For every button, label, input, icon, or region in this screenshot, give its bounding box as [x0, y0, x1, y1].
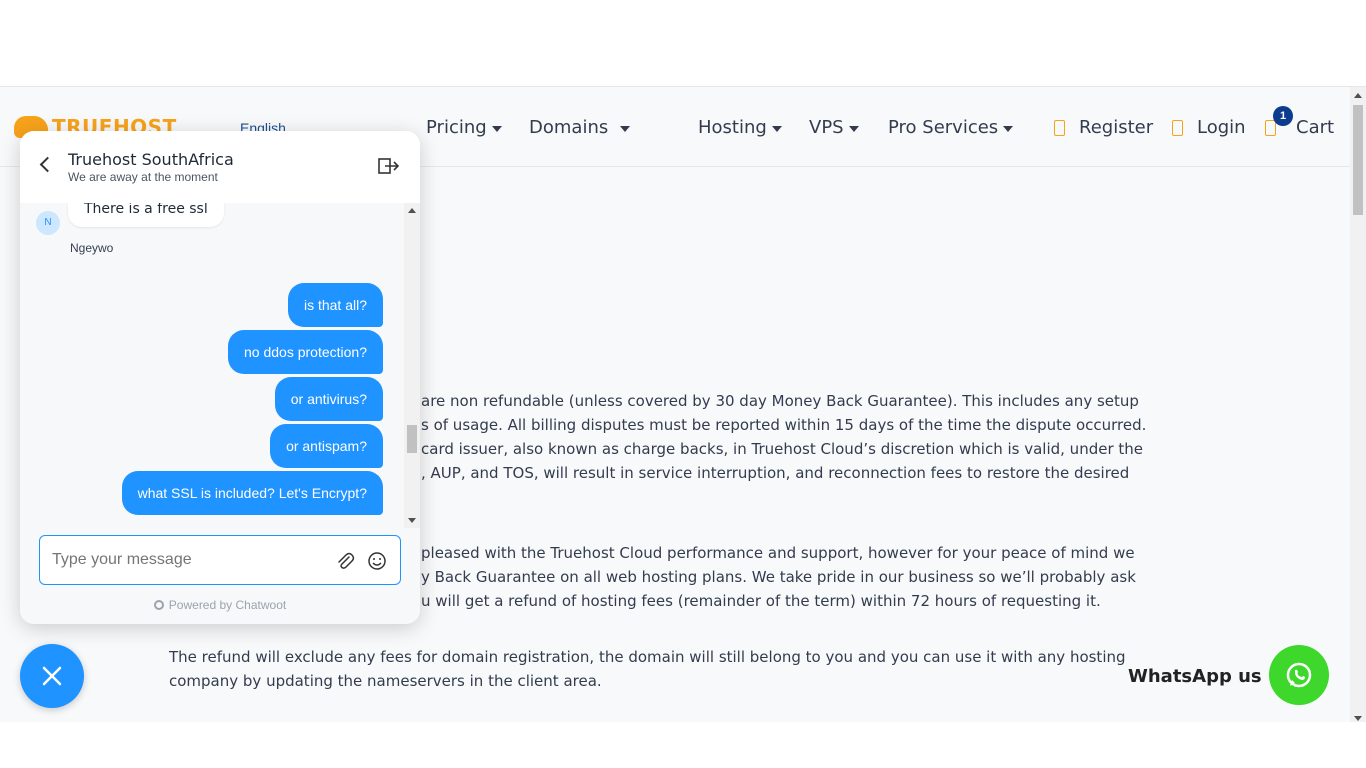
scroll-down-icon[interactable]	[408, 518, 416, 523]
back-arrow-icon[interactable]	[39, 156, 56, 173]
agent-message: There is a free ssl	[68, 203, 224, 227]
content-line: y Back Guarantee on all web hosting plan…	[421, 568, 1136, 586]
message-input[interactable]	[52, 548, 322, 572]
nav-domains[interactable]: Domains	[529, 117, 631, 138]
nav-vps[interactable]: VPS	[809, 117, 859, 138]
agent-avatar: N	[36, 211, 60, 235]
content-line: are non refundable (unless covered by 30…	[421, 392, 1139, 410]
cart-label: Cart	[1296, 117, 1335, 138]
user-message: is that all?	[287, 283, 383, 327]
chat-scrollbar[interactable]	[404, 203, 420, 528]
user-message: no ddos protection?	[228, 330, 383, 374]
nav-pro-services-label: Pro Services	[888, 117, 999, 138]
nav-hosting-label: Hosting	[698, 117, 767, 138]
caret-down-icon	[491, 125, 502, 132]
nav-pricing-label: Pricing	[426, 117, 487, 138]
content-line: , AUP, and TOS, will result in service i…	[421, 464, 1130, 482]
caret-down-icon	[848, 125, 859, 132]
scroll-up-icon[interactable]	[1354, 93, 1362, 98]
whatsapp-button[interactable]	[1269, 645, 1329, 705]
whatsapp-label[interactable]: WhatsApp us	[1128, 666, 1262, 687]
content-line: card issuer, also known as charge backs,…	[421, 440, 1143, 458]
nav-vps-label: VPS	[809, 117, 844, 138]
nav-pro-services[interactable]: Pro Services	[888, 117, 1014, 138]
chat-footer: Powered by Chatwoot	[20, 528, 420, 624]
chat-status: We are away at the moment	[68, 170, 218, 184]
powered-by-label: Powered by Chatwoot	[168, 598, 287, 612]
scroll-down-icon[interactable]	[1354, 716, 1362, 721]
chat-title: Truehost SouthAfrica	[68, 150, 234, 169]
chatwoot-logo-icon	[153, 600, 164, 610]
emoji-icon[interactable]	[367, 551, 387, 571]
login-icon	[1172, 119, 1183, 136]
user-message: or antivirus?	[274, 377, 383, 421]
chat-scroll-thumb[interactable]	[407, 425, 417, 453]
caret-down-icon	[1003, 125, 1014, 132]
page-scroll-thumb[interactable]	[1353, 105, 1363, 215]
user-message: what SSL is included? Let's Encrypt?	[121, 471, 383, 515]
register-link[interactable]: Register	[1054, 117, 1153, 138]
content-line: u will get a refund of hosting fees (rem…	[421, 592, 1101, 610]
nav-pricing[interactable]: Pricing	[426, 117, 502, 138]
register-label: Register	[1079, 117, 1154, 138]
close-icon	[42, 666, 62, 686]
login-link[interactable]: Login	[1172, 117, 1246, 138]
cart-count-badge: 1	[1273, 106, 1293, 126]
caret-down-icon	[771, 125, 782, 132]
attach-icon[interactable]	[335, 551, 355, 571]
agent-name: Ngeywo	[70, 241, 114, 255]
message-input-box[interactable]	[39, 535, 401, 585]
nav-domains-label: Domains	[529, 117, 609, 138]
content-line: The refund will exclude any fees for dom…	[169, 648, 1126, 666]
chat-widget: Truehost SouthAfrica We are away at the …	[20, 131, 420, 624]
user-message: or antispam?	[270, 424, 383, 468]
nav-hosting[interactable]: Hosting	[698, 117, 782, 138]
content-line: pleased with the Truehost Cloud performa…	[421, 544, 1135, 562]
content-line: s of usage. All billing disputes must be…	[421, 416, 1147, 434]
content-line: company by updating the nameservers in t…	[169, 672, 602, 690]
login-label: Login	[1197, 117, 1246, 138]
whatsapp-icon	[1286, 662, 1312, 688]
powered-by[interactable]: Powered by Chatwoot	[20, 598, 420, 612]
caret-down-icon	[620, 125, 631, 132]
chat-messages[interactable]: There is a free ssl N Ngeywo is that all…	[20, 203, 420, 528]
scroll-up-icon[interactable]	[408, 208, 416, 213]
chat-header: Truehost SouthAfrica We are away at the …	[20, 131, 420, 203]
user-icon	[1054, 119, 1065, 136]
page-scrollbar[interactable]	[1350, 87, 1366, 722]
chat-close-button[interactable]	[20, 644, 84, 708]
exit-icon[interactable]	[378, 158, 400, 174]
